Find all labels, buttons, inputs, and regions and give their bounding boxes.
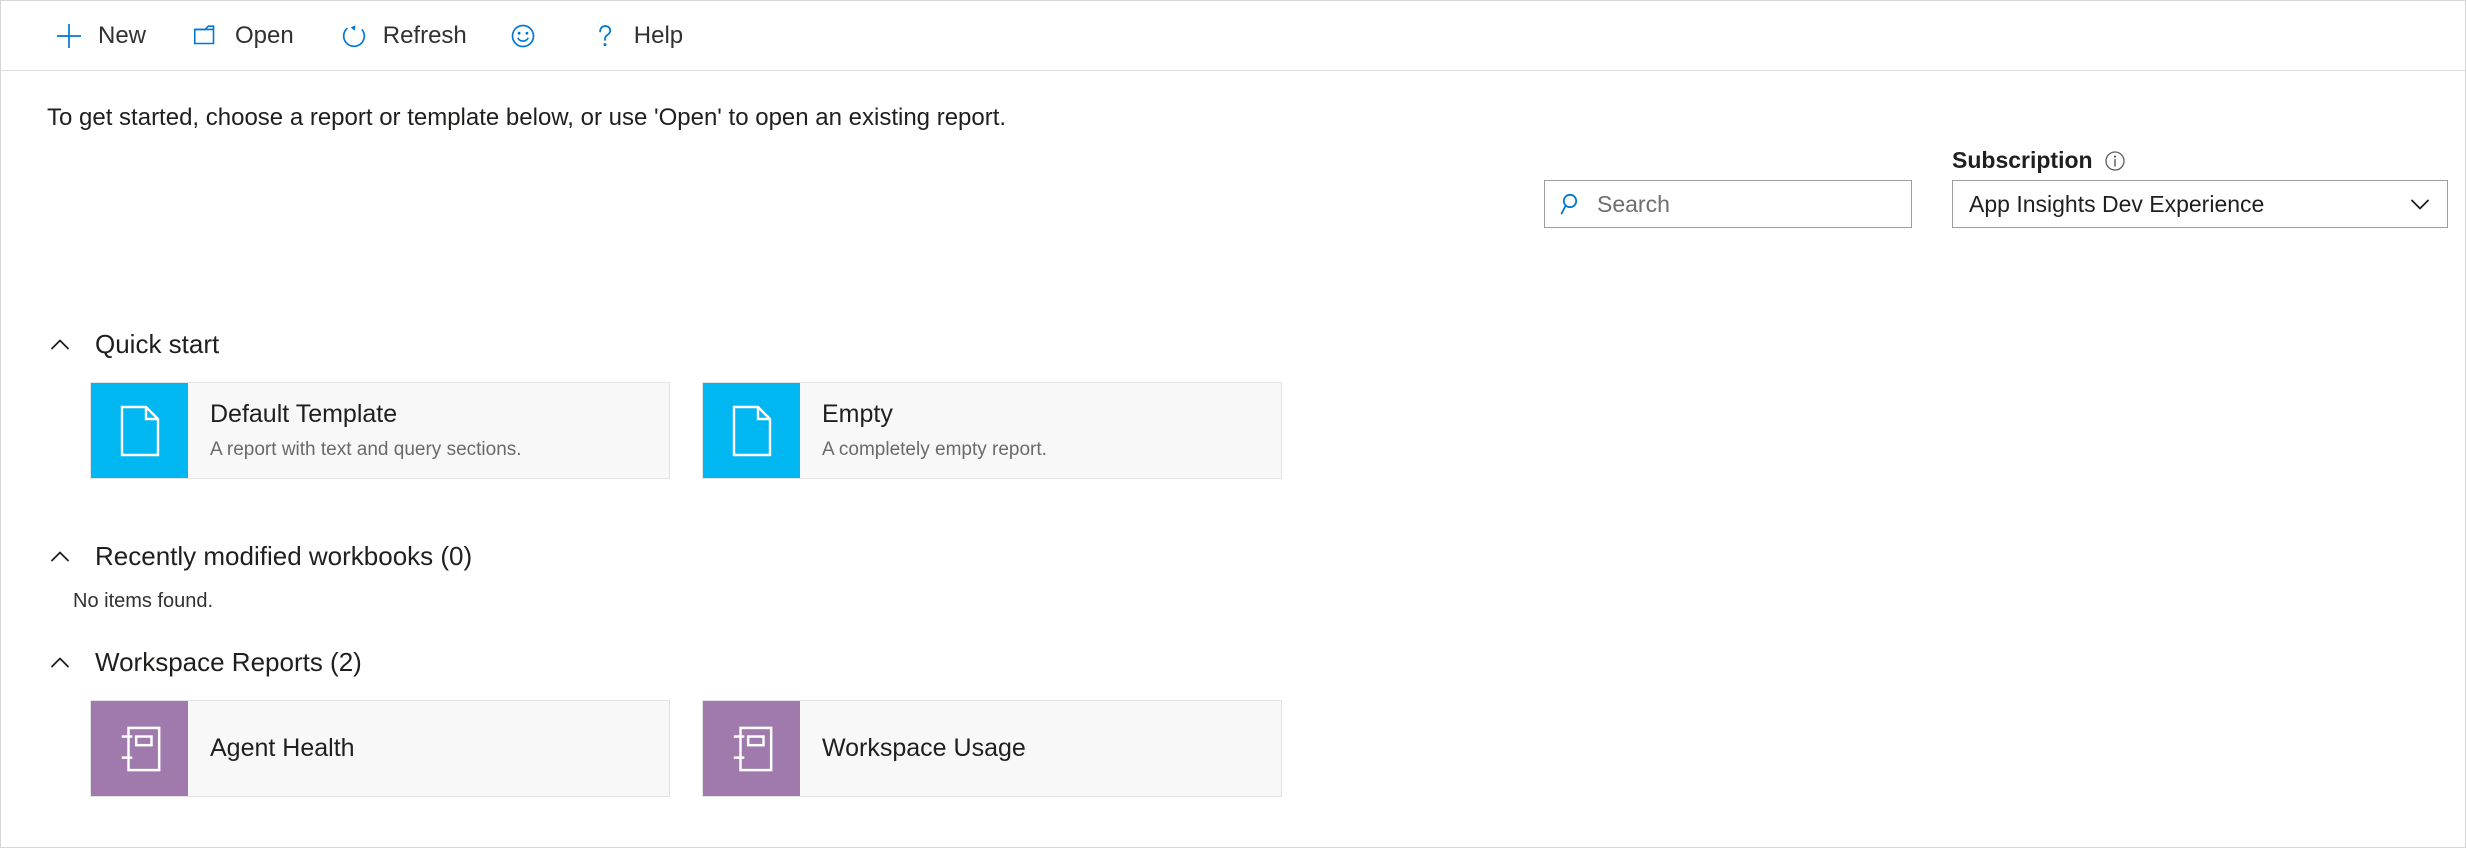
card-workspace-usage-title: Workspace Usage <box>822 736 1281 761</box>
card-default-template-title: Default Template <box>210 399 669 430</box>
open-button-label: Open <box>235 24 294 48</box>
subscription-label: Subscription <box>1952 149 2093 172</box>
workspace-reports-card-row: Agent Health Workspace Usage <box>90 700 1282 797</box>
section-quick-start: Quick start Default Template A report wi… <box>47 329 1282 479</box>
card-agent-health-body: Agent Health <box>188 701 669 796</box>
command-bar: New Open Refresh <box>1 1 2465 71</box>
help-button[interactable]: Help <box>575 12 697 60</box>
refresh-icon <box>338 20 370 52</box>
section-workspace-reports-header[interactable]: Workspace Reports (2) <box>47 647 1282 678</box>
card-agent-health-title: Agent Health <box>210 736 669 761</box>
feedback-button[interactable] <box>497 12 549 60</box>
workbooks-gallery-window: New Open Refresh <box>0 0 2466 848</box>
section-recently-modified-workbooks: Recently modified workbooks (0) No items… <box>47 541 472 613</box>
card-empty-body: Empty A completely empty report. <box>800 383 1281 478</box>
workbook-icon <box>91 701 188 796</box>
workbook-icon <box>703 701 800 796</box>
smiley-icon <box>507 20 539 52</box>
gallery-filters: Subscription App Insights Dev Experience <box>1544 149 2448 228</box>
refresh-button[interactable]: Refresh <box>324 12 481 60</box>
gallery-content: To get started, choose a report or templ… <box>1 71 2465 847</box>
info-icon[interactable] <box>2104 150 2126 172</box>
card-agent-health[interactable]: Agent Health <box>90 700 670 797</box>
chevron-up-icon <box>47 332 73 358</box>
open-button[interactable]: Open <box>176 12 308 60</box>
folder-open-icon <box>190 20 222 52</box>
card-default-template-subtitle: A report with text and query sections. <box>210 439 669 462</box>
new-button[interactable]: New <box>39 12 160 60</box>
help-button-label: Help <box>634 24 683 48</box>
recently-modified-empty-message: No items found. <box>73 590 472 613</box>
document-icon <box>91 383 188 478</box>
new-button-label: New <box>98 24 146 48</box>
subscription-label-row: Subscription <box>1952 149 2448 172</box>
card-default-template[interactable]: Default Template A report with text and … <box>90 382 670 479</box>
card-empty[interactable]: Empty A completely empty report. <box>702 382 1282 479</box>
search-icon <box>1559 191 1585 217</box>
subscription-filter: Subscription App Insights Dev Experience <box>1952 149 2448 228</box>
card-empty-subtitle: A completely empty report. <box>822 439 1281 462</box>
section-recently-modified-title: Recently modified workbooks (0) <box>95 541 472 572</box>
card-empty-title: Empty <box>822 399 1281 430</box>
section-quick-start-title: Quick start <box>95 329 219 360</box>
document-icon <box>703 383 800 478</box>
quick-start-card-row: Default Template A report with text and … <box>90 382 1282 479</box>
intro-text: To get started, choose a report or templ… <box>47 104 1006 132</box>
section-recently-modified-header[interactable]: Recently modified workbooks (0) <box>47 541 472 572</box>
search-input[interactable] <box>1595 190 1885 219</box>
chevron-down-icon <box>2407 191 2433 217</box>
search-box[interactable] <box>1544 180 1912 228</box>
question-mark-icon <box>589 20 621 52</box>
chevron-up-icon <box>47 544 73 570</box>
subscription-dropdown[interactable]: App Insights Dev Experience <box>1952 180 2448 228</box>
search-field-wrapper <box>1544 180 1912 228</box>
card-workspace-usage-body: Workspace Usage <box>800 701 1281 796</box>
chevron-up-icon <box>47 650 73 676</box>
card-workspace-usage[interactable]: Workspace Usage <box>702 700 1282 797</box>
refresh-button-label: Refresh <box>383 24 467 48</box>
card-default-template-body: Default Template A report with text and … <box>188 383 669 478</box>
plus-icon <box>53 20 85 52</box>
section-workspace-reports: Workspace Reports (2) Agent Health <box>47 647 1282 797</box>
section-workspace-reports-title: Workspace Reports (2) <box>95 647 362 678</box>
section-quick-start-header[interactable]: Quick start <box>47 329 1282 360</box>
subscription-selected-value: App Insights Dev Experience <box>1969 191 2264 218</box>
